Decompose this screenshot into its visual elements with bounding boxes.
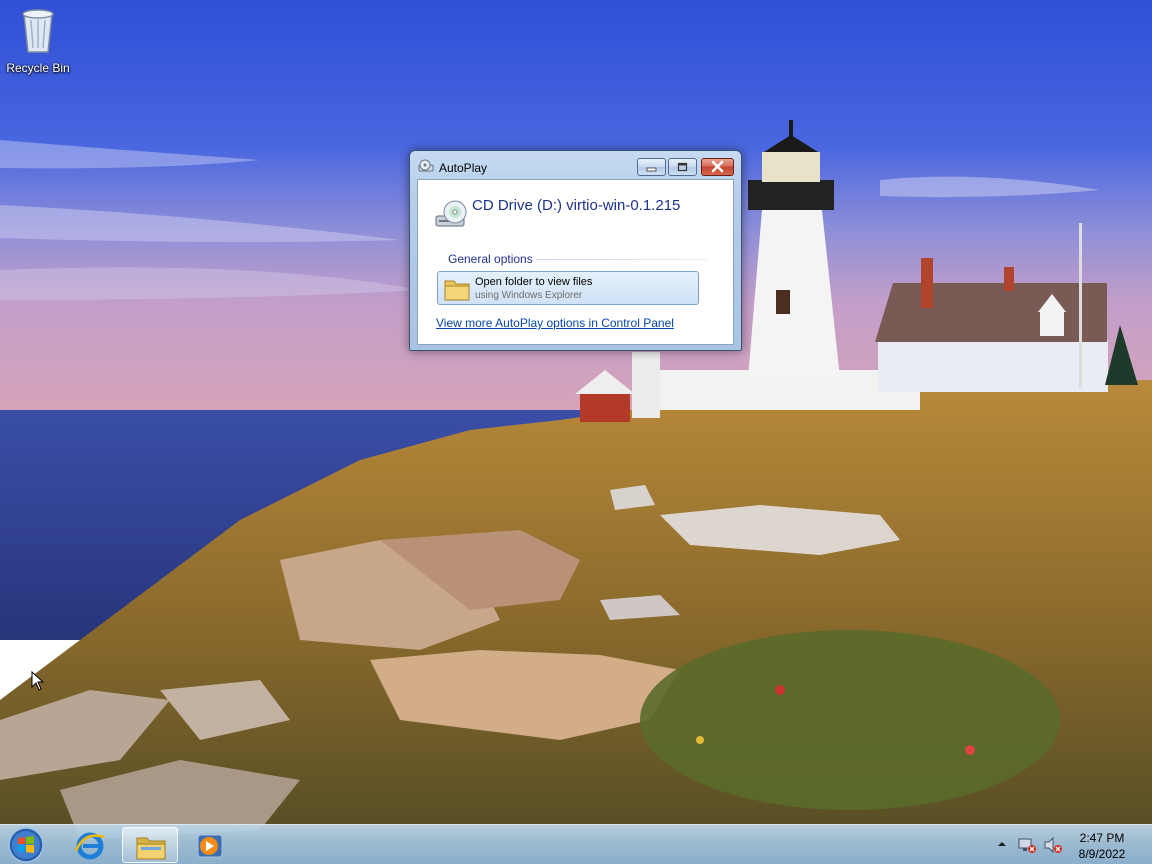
maximize-icon xyxy=(677,162,688,172)
clock-date: 8/9/2022 xyxy=(1078,847,1126,861)
control-panel-link[interactable]: View more AutoPlay options in Control Pa… xyxy=(436,316,674,330)
window-titlebar[interactable]: AutoPlay xyxy=(410,151,741,179)
start-button[interactable] xyxy=(6,826,46,864)
close-icon xyxy=(711,160,724,173)
taskbar: 2:47 PM 8/9/2022 xyxy=(0,824,1152,864)
windows-explorer-icon xyxy=(136,837,166,860)
folder-icon xyxy=(444,280,470,301)
autoplay-app-icon xyxy=(418,159,434,172)
close-button[interactable] xyxy=(701,158,734,176)
option-title: Open folder to view files xyxy=(475,276,593,288)
minimize-button[interactable] xyxy=(637,158,666,176)
mouse-cursor-icon xyxy=(31,671,45,691)
drive-title: CD Drive (D:) virtio-win-0.1.215 xyxy=(472,197,681,214)
minimize-icon xyxy=(646,167,657,172)
window-title: AutoPlay xyxy=(439,161,488,175)
open-folder-option[interactable]: Open folder to view files using Windows … xyxy=(437,271,699,305)
desktop-wallpaper xyxy=(0,0,1152,864)
section-divider xyxy=(536,259,708,260)
volume-muted-icon[interactable] xyxy=(1043,836,1063,854)
desktop-icon-recycle-bin[interactable]: Recycle Bin xyxy=(4,6,72,75)
taskbar-internet-explorer[interactable] xyxy=(62,827,118,863)
internet-explorer-icon xyxy=(74,832,105,860)
show-hidden-icons-arrow[interactable] xyxy=(996,839,1008,849)
autoplay-window[interactable]: AutoPlay CD Drive (D:) virtio-win-0.1.21… xyxy=(409,150,742,351)
autoplay-content: CD Drive (D:) virtio-win-0.1.215 General… xyxy=(417,179,734,345)
network-icon[interactable] xyxy=(1017,836,1037,854)
media-player-icon xyxy=(197,834,223,858)
general-options-label: General options xyxy=(448,252,533,266)
taskbar-media-player[interactable] xyxy=(182,827,238,863)
cd-drive-icon xyxy=(435,200,467,227)
option-subtitle: using Windows Explorer xyxy=(475,290,583,301)
recycle-bin-icon xyxy=(22,9,54,53)
clock-time: 2:47 PM xyxy=(1079,831,1125,845)
desktop-icon-label: Recycle Bin xyxy=(6,61,70,75)
maximize-button[interactable] xyxy=(668,158,697,176)
taskbar-windows-explorer[interactable] xyxy=(122,827,178,863)
system-clock[interactable]: 2:47 PM 8/9/2022 xyxy=(1066,830,1138,862)
